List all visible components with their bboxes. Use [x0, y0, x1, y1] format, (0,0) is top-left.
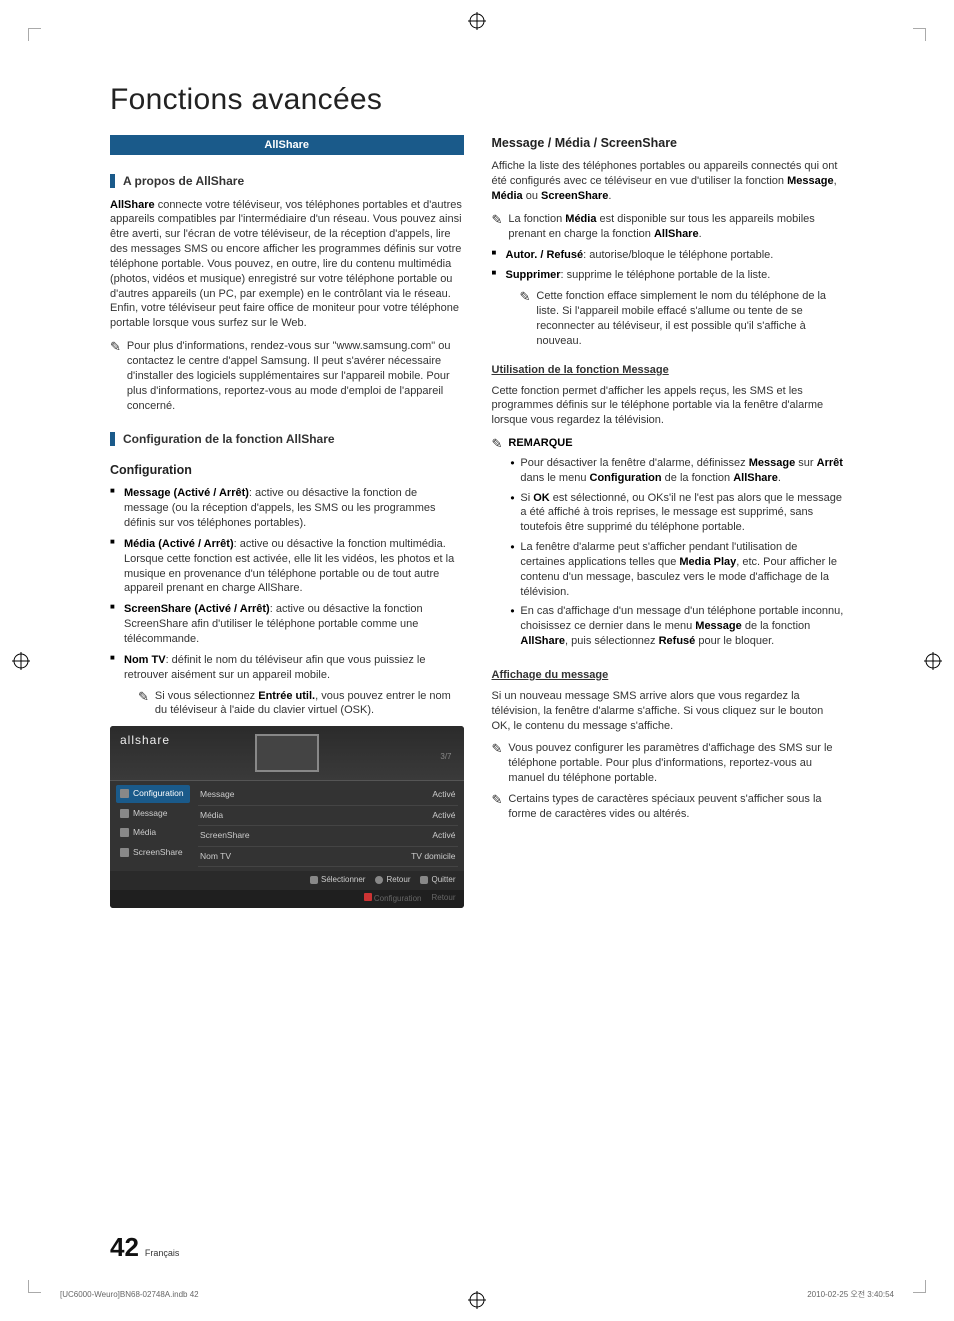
remarque-item: La fenêtre d'alarme peut s'afficher pend… — [508, 540, 845, 599]
registration-mark-left — [12, 652, 30, 670]
item-supprimer: Supprimer: supprime le téléphone portabl… — [492, 268, 846, 348]
allshare-counter: 3/7 — [440, 752, 451, 763]
print-file: [UC6000-Weuro]BN68-02748A.indb 42 — [60, 1290, 199, 1301]
note-affichage-1: ✎ Vous pouvez configurer les paramètres … — [492, 741, 846, 786]
note-icon: ✎ — [492, 212, 503, 242]
crop-mark — [28, 1280, 41, 1293]
crop-mark — [913, 1280, 926, 1293]
enter-icon — [310, 876, 318, 884]
remarque-item: Pour désactiver la fenêtre d'alarme, déf… — [508, 456, 845, 486]
allshare-footer: Sélectionner Retour Quitter — [110, 871, 464, 890]
heading-configuration: Configuration — [110, 462, 464, 479]
print-timestamp: 2010-02-25 오전 3:40:54 — [807, 1290, 894, 1301]
note-icon: ✎ — [492, 741, 503, 786]
allshare-settings-screenshot: allshare 3/7 Configuration Message Média… — [110, 726, 464, 907]
sidebar-item-media[interactable]: Média — [116, 824, 190, 841]
table-row[interactable]: MédiaActivé — [198, 806, 458, 826]
section-pill-allshare: AllShare — [110, 135, 464, 156]
note-entree-util: ✎ Si vous sélectionnez Entrée util., vou… — [138, 689, 464, 719]
tv-icon — [255, 734, 319, 772]
heading-message-media-screenshare: Message / Média / ScreenShare — [492, 135, 846, 152]
sidebar-item-message[interactable]: Message — [116, 805, 190, 822]
sidebar-item-configuration[interactable]: Configuration — [116, 785, 190, 802]
heading-bar-icon — [110, 174, 115, 188]
return-button-hint: Retour — [375, 875, 410, 886]
note-icon: ✎ — [138, 689, 149, 719]
note-icon: ✎ — [492, 436, 503, 654]
remarque-item: En cas d'affichage d'un message d'un tél… — [508, 604, 845, 649]
page-title: Fonctions avancées — [110, 80, 845, 121]
heading-affichage-message: Affichage du message — [492, 668, 846, 683]
table-row[interactable]: Nom TVTV domicile — [198, 847, 458, 867]
config-item-screenshare: ScreenShare (Activé / Arrêt): active ou … — [110, 602, 464, 647]
note-icon: ✎ — [520, 289, 531, 348]
crop-mark — [28, 28, 41, 41]
heading-bar-icon — [110, 432, 115, 446]
screenshare-icon — [120, 848, 129, 857]
table-row[interactable]: MessageActivé — [198, 785, 458, 805]
exit-button-hint: Quitter — [420, 875, 455, 886]
return-hint: Retour — [431, 893, 455, 905]
red-button-hint: Configuration — [364, 893, 422, 905]
allshare-logo: allshare — [120, 732, 170, 748]
config-item-media: Média (Activé / Arrêt): active ou désact… — [110, 537, 464, 596]
registration-mark-top — [468, 12, 486, 30]
crop-mark — [913, 28, 926, 41]
print-footer: [UC6000-Weuro]BN68-02748A.indb 42 2010-0… — [60, 1290, 894, 1301]
remarque-list: Pour désactiver la fenêtre d'alarme, déf… — [508, 456, 845, 649]
allshare-sidebar: Configuration Message Média ScreenShare — [116, 785, 190, 867]
allshare-footer-secondary: Configuration Retour — [110, 890, 464, 908]
config-item-message: Message (Activé / Arrêt): active ou désa… — [110, 486, 464, 531]
note-affichage-2: ✎ Certains types de caractères spéciaux … — [492, 792, 846, 822]
enter-button-hint: Sélectionner — [310, 875, 365, 886]
heading-utilisation-message: Utilisation de la fonction Message — [492, 363, 846, 378]
remarque-label: REMARQUE — [508, 437, 572, 449]
sidebar-item-screenshare[interactable]: ScreenShare — [116, 844, 190, 861]
item-autor-refuse: Autor. / Refusé: autorise/bloque le télé… — [492, 248, 846, 263]
note-media-available: ✎ La fonction Média est disponible sur t… — [492, 212, 846, 242]
note-supprimer: ✎ Cette fonction efface simplement le no… — [520, 289, 846, 348]
exit-icon — [420, 876, 428, 884]
affichage-para: Si un nouveau message SMS arrive alors q… — [492, 689, 846, 734]
page-number: 42 Français — [110, 1230, 179, 1265]
heading-about-allshare: A propos de AllShare — [110, 173, 464, 189]
red-button-icon — [364, 893, 372, 901]
return-icon — [375, 876, 383, 884]
gear-icon — [120, 789, 129, 798]
registration-mark-right — [924, 652, 942, 670]
heading-config-allshare: Configuration de la fonction AllShare — [110, 431, 464, 447]
allshare-settings-table: MessageActivé MédiaActivé ScreenShareAct… — [198, 785, 458, 867]
media-icon — [120, 828, 129, 837]
config-item-nom-tv: Nom TV: définit le nom du téléviseur afi… — [110, 653, 464, 718]
remarque-item: Si OK est sélectionné, ou OKs'il ne l'es… — [508, 491, 845, 536]
use-msg-para: Cette fonction permet d'afficher les app… — [492, 384, 846, 429]
note-icon: ✎ — [492, 792, 503, 822]
remarque-block: ✎ REMARQUE Pour désactiver la fenêtre d'… — [492, 436, 846, 654]
table-row[interactable]: ScreenShareActivé — [198, 826, 458, 846]
note-more-info: ✎ Pour plus d'informations, rendez-vous … — [110, 339, 464, 413]
right-intro: Affiche la liste des téléphones portable… — [492, 159, 846, 204]
note-icon: ✎ — [110, 339, 121, 413]
message-icon — [120, 809, 129, 818]
about-paragraph: AllShare connecte votre téléviseur, vos … — [110, 198, 464, 332]
